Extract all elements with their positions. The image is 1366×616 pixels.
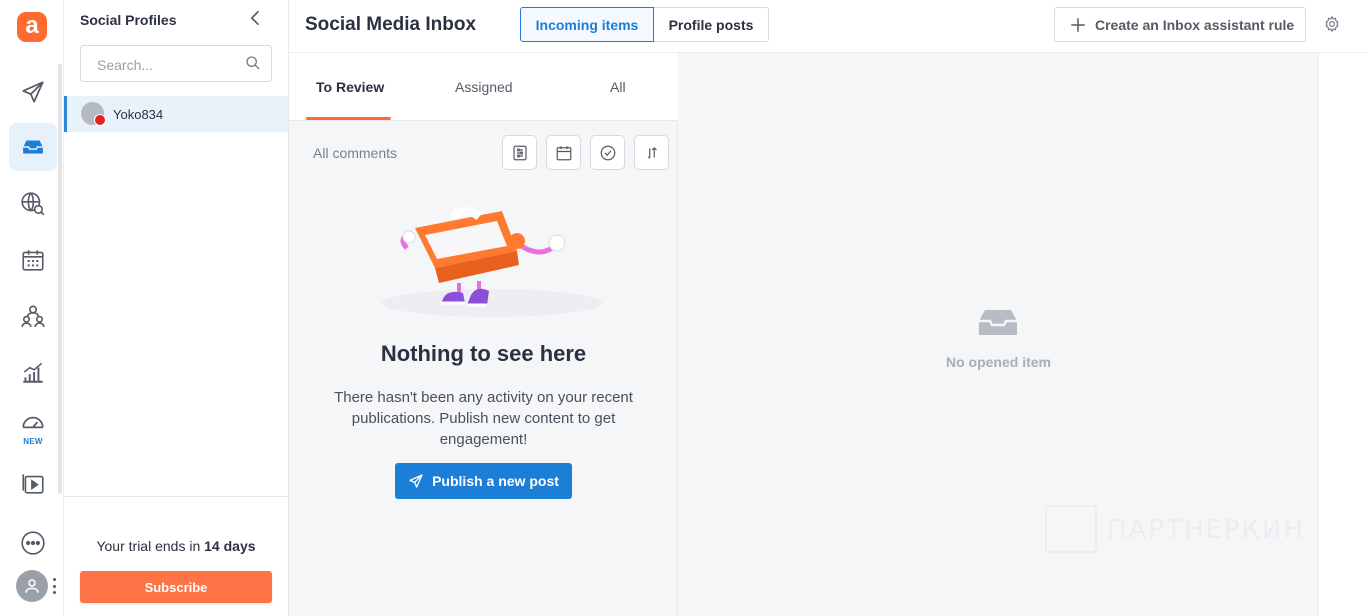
inbox-list-column: To Review Assigned All All comments Noth… (289, 53, 678, 616)
listening-nav-button[interactable] (9, 180, 57, 228)
check-circle-icon (600, 145, 615, 160)
active-tab-indicator (306, 117, 391, 120)
right-strip (1318, 53, 1366, 616)
youtube-badge-icon (94, 114, 106, 126)
paper-plane-icon (22, 81, 44, 103)
calendar-icon (556, 145, 571, 160)
empty-state-text: There hasn't been any activity on your r… (334, 389, 633, 448)
inbox-tray-icon (23, 140, 43, 154)
globe-search-icon (21, 192, 45, 216)
create-rule-label: Create an Inbox assistant rule (1095, 16, 1295, 33)
sort-button[interactable] (634, 135, 669, 170)
create-inbox-rule-button[interactable]: Create an Inbox assistant rule (1054, 7, 1306, 42)
empty-state-title: Nothing to see here (380, 341, 587, 366)
team-nav-button[interactable] (9, 292, 57, 340)
divider (64, 496, 288, 497)
search-placeholder: Search... (97, 57, 154, 73)
user-icon (25, 579, 39, 593)
search-icon (246, 56, 260, 70)
new-badge: NEW (23, 437, 43, 446)
team-icon (21, 305, 45, 327)
video-library-icon (22, 474, 44, 494)
tab-assigned[interactable]: Assigned (455, 79, 513, 95)
profiles-title: Social Profiles (80, 12, 177, 28)
profile-item-yoko834[interactable]: Yoko834 (64, 96, 288, 132)
watermark-text: ПАРТНЕРКИН (1107, 515, 1306, 545)
rail-scrollbar[interactable] (58, 64, 62, 494)
profile-name: Yoko834 (113, 107, 164, 122)
more-menu-button[interactable] (9, 519, 57, 567)
calendar-icon (22, 250, 44, 271)
logo-letter: a (25, 11, 39, 39)
social-profiles-panel: Social Profiles Search... Yoko834 Your t… (64, 0, 289, 616)
left-rail: a NEW (0, 0, 64, 616)
chevron-left-icon[interactable] (246, 8, 266, 28)
gauge-icon (22, 416, 44, 429)
filter-label[interactable]: All comments (313, 145, 397, 161)
publish-label: Publish a new post (432, 473, 559, 489)
subscribe-button[interactable]: Subscribe (80, 571, 272, 603)
publish-nav-button[interactable] (9, 68, 57, 116)
trial-days: 14 days (204, 538, 256, 554)
filter-settings-icon (512, 145, 527, 160)
app-logo[interactable]: a (17, 12, 47, 42)
header-bar: Social Media Inbox Incoming items Profil… (289, 0, 1366, 53)
watermark-logo (1045, 505, 1097, 553)
filter-button[interactable] (502, 135, 537, 170)
profiles-search-input[interactable]: Search... (80, 45, 272, 82)
inbox-nav-button[interactable] (9, 123, 57, 171)
tab-incoming-items[interactable]: Incoming items (520, 7, 654, 42)
paper-plane-icon (409, 474, 423, 488)
user-menu-kebab[interactable] (52, 578, 56, 594)
empty-tray-icon (979, 310, 1017, 335)
tab-profile-posts[interactable]: Profile posts (654, 7, 769, 42)
plus-icon (1071, 17, 1085, 32)
bar-chart-icon (23, 362, 43, 383)
watermark: ПАРТНЕРКИН (1045, 505, 1320, 565)
no-opened-item-label: No opened item (945, 354, 1051, 370)
trial-prefix: Your trial ends in (96, 538, 205, 554)
gear-icon[interactable] (1323, 15, 1341, 33)
tab-all[interactable]: All (610, 79, 626, 95)
date-filter-button[interactable] (546, 135, 581, 170)
trial-notice: Your trial ends in 14 days (64, 538, 288, 554)
calendar-nav-button[interactable] (9, 236, 57, 284)
analytics-nav-button[interactable] (9, 348, 57, 396)
mark-reviewed-button[interactable] (590, 135, 625, 170)
review-tabs: To Review Assigned All (289, 53, 678, 121)
sort-icon (647, 146, 657, 159)
media-nav-button[interactable] (9, 459, 57, 507)
user-avatar[interactable] (16, 570, 48, 602)
more-dots-icon (21, 531, 45, 555)
publish-new-post-button[interactable]: Publish a new post (395, 463, 572, 499)
empty-inbox-illustration (382, 207, 602, 317)
page-title: Social Media Inbox (305, 14, 477, 35)
tab-to-review[interactable]: To Review (316, 79, 384, 95)
